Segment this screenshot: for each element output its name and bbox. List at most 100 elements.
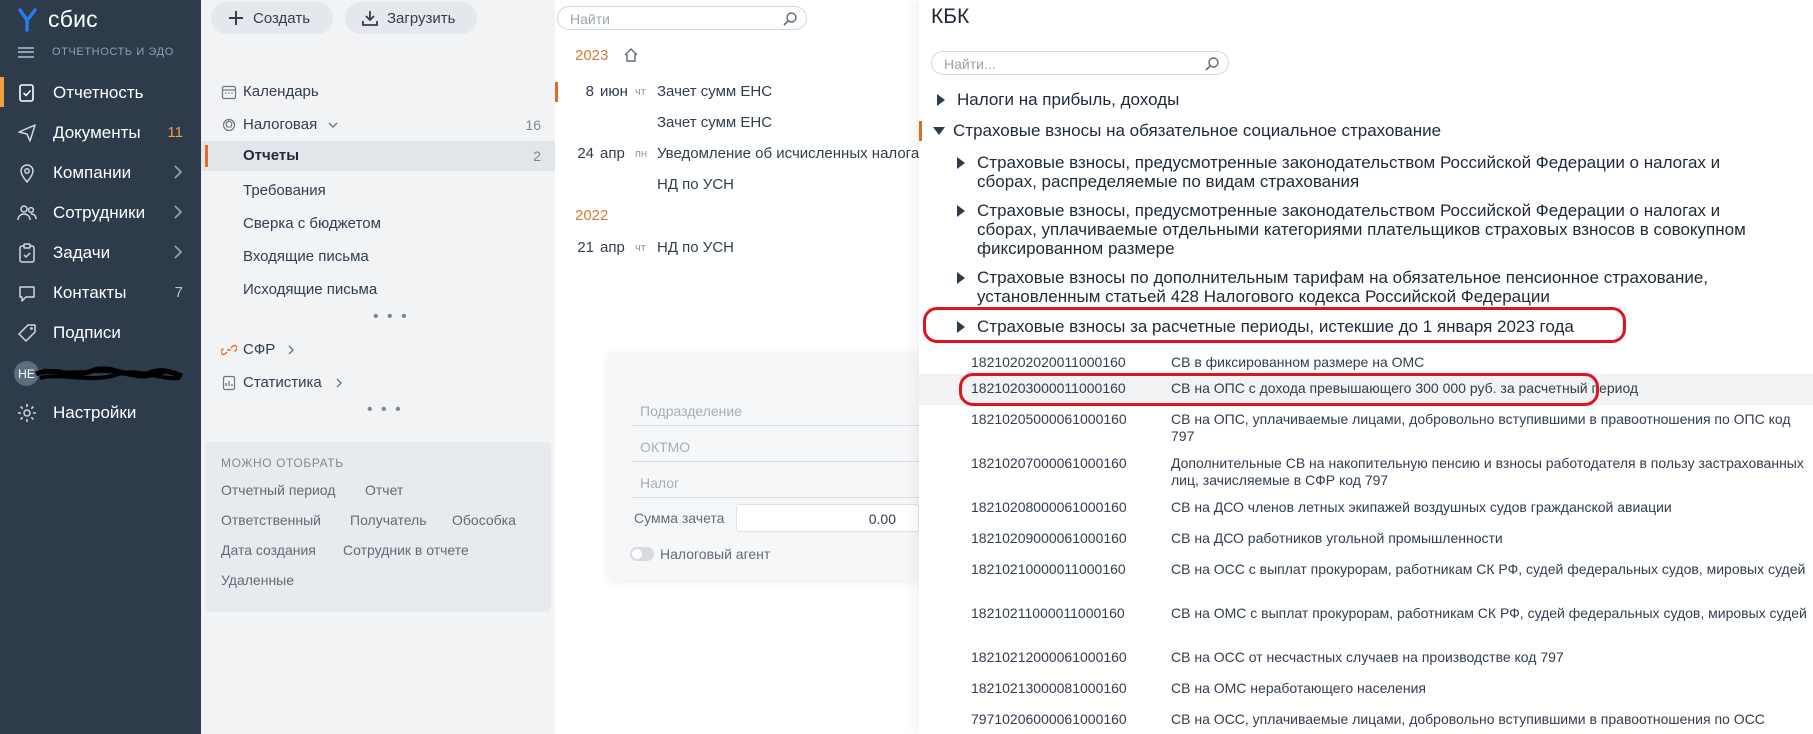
chevron-down-icon[interactable] bbox=[327, 119, 339, 131]
tax-agent-toggle[interactable] bbox=[630, 547, 654, 561]
reports-count: 2 bbox=[533, 148, 541, 164]
kbk-code-desc: Дополнительные СВ на накопительную пенси… bbox=[1171, 455, 1804, 488]
document-chart-icon bbox=[222, 375, 236, 391]
upload-button[interactable]: Загрузить bbox=[345, 2, 477, 34]
tree-item-incoming-letters[interactable]: Входящие письма bbox=[201, 242, 555, 272]
row-weekday: чт bbox=[635, 242, 646, 254]
sidebar-item-signatures[interactable]: Подписи bbox=[0, 313, 201, 351]
list-row[interactable]: 8 июн чт Зачет сумм ЕНС bbox=[555, 77, 919, 107]
sidebar-item-tasks[interactable]: Задачи bbox=[0, 233, 201, 271]
kbk-code-row[interactable]: 18210210000011000160 СВ на ОСС с выплат … bbox=[919, 555, 1813, 599]
sidebar-item-reporting[interactable]: Отчетность bbox=[0, 73, 201, 111]
sidebar-item-contacts[interactable]: Контакты 7 bbox=[0, 273, 201, 311]
chevron-right-icon[interactable] bbox=[285, 344, 297, 356]
kbk-code-desc: СВ на ОСС от несчастных случаев на произ… bbox=[1171, 649, 1564, 665]
tree-item-budget-reconciliation[interactable]: Сверка с бюджетом bbox=[201, 209, 555, 239]
kbk-search-placeholder: Найти... bbox=[944, 56, 996, 72]
filter-creation-date[interactable]: Дата создания bbox=[221, 542, 316, 558]
list-row[interactable]: НД по УСН bbox=[555, 170, 919, 200]
kbk-code-row[interactable]: 18210213000081000160 СВ на ОМС неработаю… bbox=[919, 674, 1813, 705]
list-row[interactable]: 24 апр пн Уведомление об исчисленных нал… bbox=[555, 139, 919, 169]
tree-item-tax[interactable]: Налоговая 16 bbox=[201, 110, 555, 140]
oktmo-field[interactable]: ОКТМО bbox=[632, 432, 919, 462]
sidebar-item-label: Сотрудники bbox=[53, 203, 146, 222]
filter-employee-in-report[interactable]: Сотрудник в отчете bbox=[343, 542, 469, 558]
tree-item-sfr[interactable]: СФР bbox=[201, 335, 555, 365]
offset-sum-input[interactable]: 0.00 bbox=[736, 504, 919, 532]
filter-deleted[interactable]: Удаленные bbox=[221, 572, 294, 588]
sidebar-item-employees[interactable]: Сотрудники bbox=[0, 193, 201, 231]
offset-sum-label: Сумма зачета bbox=[634, 510, 725, 526]
kbk-code-desc: СВ в фиксированном размере на ОМС bbox=[1171, 354, 1425, 370]
tree-item-calendar[interactable]: Календарь bbox=[201, 77, 555, 107]
kbk-group-label: Страховые взносы, предусмотренные законо… bbox=[977, 201, 1746, 258]
filter-recipient[interactable]: Получатель bbox=[350, 512, 427, 528]
tree-item-outgoing-letters[interactable]: Исходящие письма bbox=[201, 275, 555, 305]
oktmo-placeholder: ОКТМО bbox=[640, 439, 691, 455]
filter-panel-title: МОЖНО ОТОБРАТЬ bbox=[221, 456, 344, 470]
kbk-code-row[interactable]: 18210212000061000160 СВ на ОСС от несчас… bbox=[919, 643, 1813, 674]
kbk-code-desc: СВ на ДСО членов летных экипажей воздушн… bbox=[1171, 499, 1672, 515]
calendar-icon bbox=[221, 85, 237, 100]
kbk-code-row[interactable]: 18210205000061000160 СВ на ОПС, уплачива… bbox=[919, 405, 1813, 449]
app-logo[interactable]: сбис bbox=[18, 6, 98, 33]
kbk-group-label: Страховые взносы по дополнительным тариф… bbox=[977, 268, 1709, 306]
expand-triangle-icon bbox=[937, 94, 945, 106]
app-logo-text: сбис bbox=[48, 6, 98, 32]
tax-field[interactable]: Налог bbox=[632, 468, 919, 498]
sidebar-item-label: Задачи bbox=[53, 243, 111, 262]
filter-subdivision[interactable]: Обособка bbox=[452, 512, 516, 528]
row-month: июн bbox=[600, 83, 628, 100]
kbk-search-input[interactable]: Найти... bbox=[931, 51, 1229, 75]
search-icon[interactable] bbox=[782, 11, 798, 27]
tree-item-reports[interactable]: Отчеты 2 bbox=[201, 141, 555, 171]
tree-item-label: Требования bbox=[243, 182, 326, 199]
list-search-input[interactable]: Найти bbox=[557, 6, 807, 30]
chevron-right-icon[interactable] bbox=[333, 377, 345, 389]
sidebar-item-companies[interactable]: Компании bbox=[0, 153, 201, 191]
row-day: 8 bbox=[585, 83, 594, 100]
create-button[interactable]: Создать bbox=[211, 2, 333, 34]
sidebar-item-documents[interactable]: Документы 11 bbox=[0, 113, 201, 151]
tree-item-label: Сверка с бюджетом bbox=[243, 215, 381, 232]
sidebar-item-label: Компании bbox=[53, 163, 132, 182]
kbk-code: 18210209000061000160 bbox=[971, 530, 1127, 546]
sidebar-item-label: Отчетность bbox=[53, 83, 144, 102]
home-icon[interactable] bbox=[623, 47, 639, 63]
kbk-code-row[interactable]: 79710206000061000160 СВ на ОСС, уплачива… bbox=[919, 705, 1813, 734]
kbk-code: 18210213000081000160 bbox=[971, 680, 1127, 696]
expand-triangle-icon bbox=[957, 157, 965, 169]
search-icon[interactable] bbox=[1204, 56, 1220, 72]
filter-report[interactable]: Отчет bbox=[365, 482, 403, 498]
more-items-button-2[interactable]: • • • bbox=[367, 401, 403, 419]
year-header-2022: 2022 bbox=[575, 207, 609, 224]
tree-item-label: Календарь bbox=[243, 83, 319, 100]
sidebar-item-label: Документы bbox=[53, 123, 141, 142]
clipboard-check-icon bbox=[19, 243, 35, 263]
kbk-code: 18210202020011000160 bbox=[971, 354, 1126, 370]
filter-reporting-period[interactable]: Отчетный период bbox=[221, 482, 335, 498]
filter-responsible[interactable]: Ответственный bbox=[221, 512, 321, 528]
list-row[interactable]: 21 апр чт НД по УСН bbox=[555, 233, 919, 263]
kbk-code-desc: СВ на ОСС с выплат прокурорам, работника… bbox=[1171, 561, 1806, 577]
plus-icon bbox=[229, 11, 243, 25]
kbk-code: 18210212000061000160 bbox=[971, 649, 1127, 665]
expand-triangle-icon bbox=[957, 205, 965, 217]
row-weekday: пн bbox=[635, 148, 648, 160]
section-switcher[interactable]: ОТЧЕТНОСТЬ И ЭДО bbox=[18, 46, 174, 58]
kbk-code-row[interactable]: 18210209000061000160 СВ на ДСО работнико… bbox=[919, 524, 1813, 555]
more-items-button[interactable]: • • • bbox=[373, 308, 409, 326]
sidebar-item-settings[interactable]: Настройки bbox=[0, 393, 201, 431]
kbk-code-row[interactable]: 18210211000011000160 СВ на ОМС с выплат … bbox=[919, 599, 1813, 643]
tree-item-requirements[interactable]: Требования bbox=[201, 176, 555, 206]
tag-icon bbox=[18, 324, 36, 342]
kbk-code-row[interactable]: 18210208000061000160 СВ на ДСО членов ле… bbox=[919, 493, 1813, 524]
subdivision-field[interactable]: Подразделение bbox=[632, 396, 919, 426]
kbk-title: КБК bbox=[931, 5, 970, 28]
kbk-code-row[interactable]: 18210207000061000160 Дополнительные СВ н… bbox=[919, 449, 1813, 493]
sidebar-item-label: Подписи bbox=[53, 323, 121, 342]
tree-item-statistics[interactable]: Статистика bbox=[201, 368, 555, 398]
tree-item-label: СФР bbox=[243, 341, 276, 358]
kbk-group-label: Страховые взносы, предусмотренные законо… bbox=[977, 153, 1721, 191]
list-row[interactable]: Зачет сумм ЕНС bbox=[555, 108, 919, 138]
